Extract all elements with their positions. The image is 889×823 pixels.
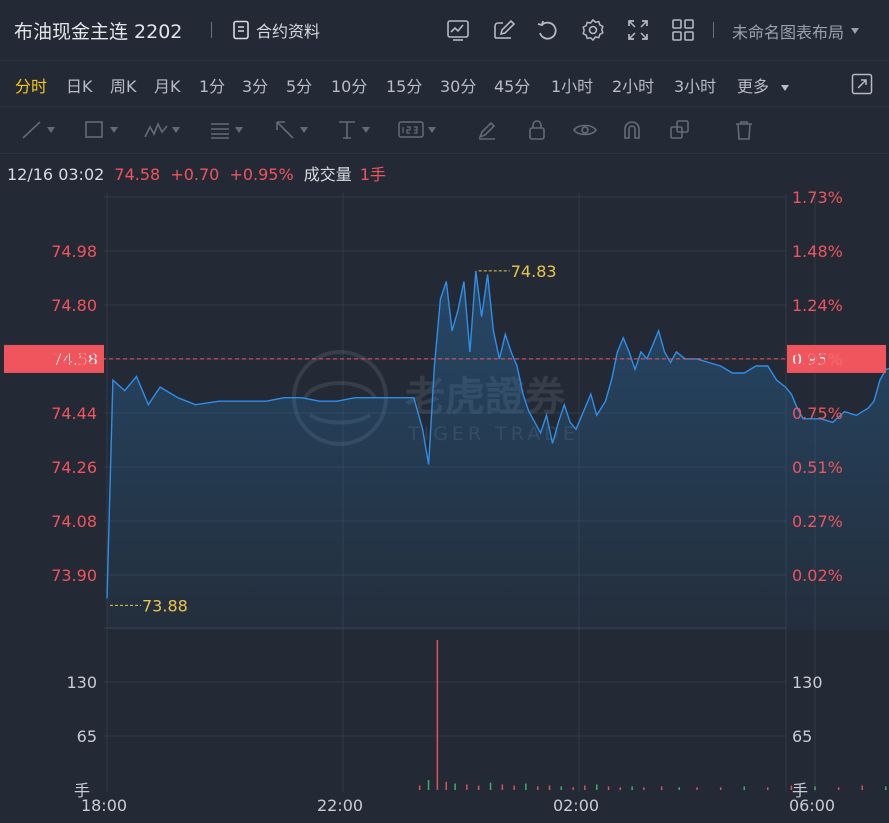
volume-bar [596,784,598,790]
pct-tick-label: 0.02% [792,566,843,585]
volume-bar [501,784,504,790]
time-axis: 18:0022:0002:0006:0010:0014:00 [81,796,835,815]
volume-bar [885,786,887,790]
volume-bars [418,640,887,790]
volume-tick-label: 130 [66,673,97,692]
volume-bar [418,785,421,790]
pct-tick-label: 1.00% [792,350,843,369]
volume-bar [537,786,539,790]
volume-bar [631,786,633,790]
pct-axis-right: 1.73% 1.48% 1.24% 1.00% 0.75% 0.51% 0.27% 0.02% [792,188,843,585]
volume-bar [767,787,769,790]
price-chart[interactable]: 老虎證券 TIGER TRADE 74.58 0.95% 74.83 73.88… [0,0,889,823]
price-axis-left: 74.98 74.80 74.62 74.44 74.26 74.08 73.90 [51,242,97,585]
volume-bar [560,786,562,790]
volume-bar [696,787,698,790]
pct-tick-label: 1.73% [792,188,843,207]
volume-bar [584,785,586,790]
time-tick-label: 06:00 [789,796,835,815]
high-label: 74.83 [511,262,557,281]
volume-bar [445,781,447,790]
volume-bar [454,783,456,790]
volume-bar [607,786,610,790]
pct-tick-label: 1.48% [792,242,843,261]
volume-bar [427,780,430,790]
low-label: 73.88 [142,596,188,615]
price-area [107,270,889,630]
time-tick-label: 02:00 [553,796,599,815]
pct-tick-label: 0.75% [792,404,843,423]
volume-bar [814,786,816,790]
price-tick-label: 73.90 [51,566,97,585]
volume-bar [525,783,527,790]
price-tick-label: 74.62 [51,350,97,369]
volume-bar [619,787,621,790]
volume-bar [436,640,439,790]
volume-bar [837,787,840,790]
price-tick-label: 74.80 [51,296,97,315]
volume-tick-label-right: 130 [792,673,823,692]
time-tick-label: 18:00 [81,796,127,815]
price-tick-label: 74.98 [51,242,97,261]
pct-tick-label: 0.27% [792,512,843,531]
volume-bar [477,785,480,790]
volume-tick-label: 65 [77,727,97,746]
volume-bar [660,786,663,790]
volume-tick-label-right: 65 [792,727,812,746]
volume-bar [466,784,468,790]
volume-bar [719,787,722,790]
price-tick-label: 74.26 [51,458,97,477]
price-tick-label: 74.44 [51,404,97,423]
volume-bar [513,785,515,790]
volume-bar [548,785,551,790]
pct-tick-label: 0.51% [792,458,843,477]
volume-bar [861,785,863,790]
volume-bar [678,787,680,790]
price-tick-label: 74.08 [51,512,97,531]
pct-tick-label: 1.24% [792,296,843,315]
volume-bar [743,786,745,790]
volume-bar [489,782,492,790]
volume-bar [643,787,645,790]
time-tick-label: 22:00 [317,796,363,815]
volume-bar [572,787,574,790]
